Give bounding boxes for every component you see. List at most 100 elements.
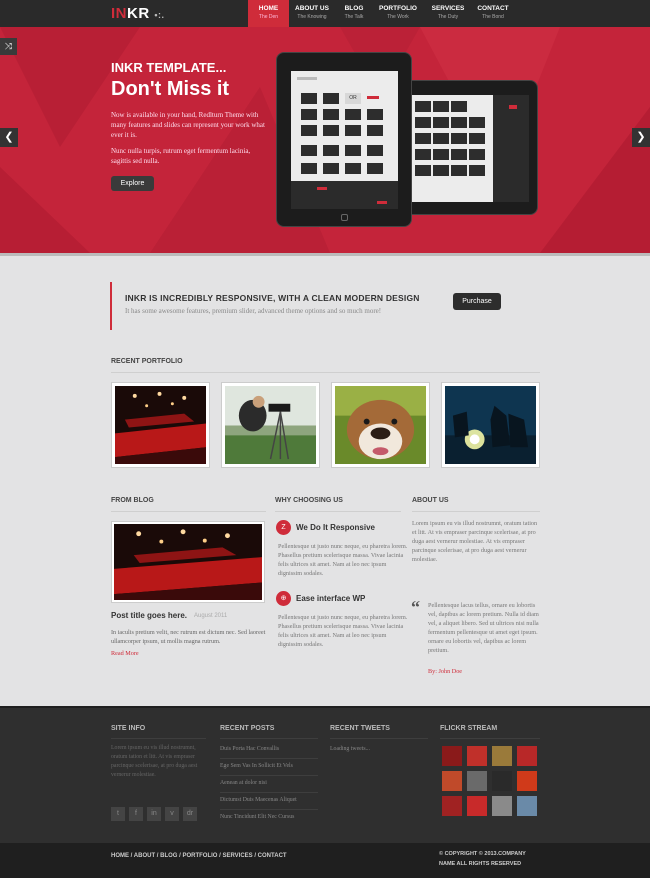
screen-tile	[367, 145, 383, 156]
hero-bottom-border	[0, 253, 650, 256]
callout-subtitle: It has some awesome features, premium sl…	[125, 307, 382, 315]
billiards-photo	[115, 386, 206, 464]
screen-accent	[377, 201, 387, 204]
flickr-thumb[interactable]	[467, 771, 487, 791]
section-divider	[275, 511, 401, 512]
screen-tile	[415, 165, 431, 176]
nav-item-services[interactable]: SERVICES The Duty	[423, 0, 473, 27]
why-item-text: Pellentesque ut justo nunc neque, eu pha…	[278, 614, 408, 648]
flickr-thumb[interactable]	[467, 746, 487, 766]
linkedin-icon[interactable]: in	[147, 807, 161, 821]
recent-post-link[interactable]: Ege Sem Vas In Sollicit Et Vels	[220, 763, 293, 769]
dribbble-icon[interactable]: dr	[183, 807, 197, 821]
recent-post-link[interactable]: Duis Porta Hac Convallis	[220, 746, 279, 752]
screen-tile	[323, 93, 339, 104]
shuffle-icon[interactable]: ⤨	[0, 38, 17, 55]
screen-tile	[345, 125, 361, 136]
screen-tile	[323, 109, 339, 120]
footer-divider	[220, 809, 318, 810]
footer-divider	[220, 758, 318, 759]
flickr-thumb[interactable]	[442, 771, 462, 791]
read-more-link[interactable]: Read More	[111, 650, 139, 657]
screen-tile	[301, 93, 317, 104]
nav-label: CONTACT	[477, 5, 509, 12]
nav-item-portfolio[interactable]: PORTFOLIO The Work	[373, 0, 423, 27]
flickr-thumb[interactable]	[492, 771, 512, 791]
flickr-thumb[interactable]	[517, 796, 537, 816]
vimeo-icon[interactable]: v	[165, 807, 179, 821]
billiards-photo	[114, 524, 262, 600]
screen-tile	[451, 133, 467, 144]
purchase-button[interactable]: Purchase	[453, 293, 501, 310]
screen-tile	[469, 165, 485, 176]
nav-item-contact[interactable]: CONTACT The Bond	[473, 0, 513, 27]
screen-tile	[433, 165, 449, 176]
site-logo[interactable]: INKR •:.	[111, 5, 165, 22]
screen-sidebar	[493, 95, 529, 202]
recent-post-link[interactable]: Nunc Tincidunt Elit Nec Cursus	[220, 814, 294, 820]
flickr-thumb[interactable]	[442, 746, 462, 766]
footer-site-info-text: Lorem ipsum eu vis illud nostrumnt, orat…	[111, 745, 198, 778]
screen-tile	[415, 133, 431, 144]
explore-button[interactable]: Explore	[111, 176, 154, 191]
flickr-thumb[interactable]	[492, 746, 512, 766]
logo-accent: IN	[111, 5, 127, 22]
slider-prev-button[interactable]: ❮	[0, 128, 18, 147]
screen-text	[297, 77, 317, 80]
portfolio-item-silhouettes[interactable]	[441, 382, 540, 468]
tablet-screen	[411, 95, 529, 202]
flickr-thumb[interactable]	[517, 771, 537, 791]
screen-tile	[301, 109, 317, 120]
tweets-loading-text: Loading tweets...	[330, 746, 370, 752]
bottom-bar: HOME / ABOUT / BLOG / PORTFOLIO / SERVIC…	[0, 843, 650, 878]
slider-next-button[interactable]: ❯	[632, 128, 650, 147]
footer-site-info-title: SITE INFO	[111, 725, 146, 732]
testimonial-text: Pellentesque lacus tellus, ornare eu lob…	[428, 602, 539, 654]
screen-tile	[323, 125, 339, 136]
flickr-thumb[interactable]	[442, 796, 462, 816]
portfolio-item-bulldog[interactable]	[331, 382, 430, 468]
screen-tile	[323, 163, 339, 174]
section-divider	[412, 511, 540, 512]
screen-tile	[433, 101, 449, 112]
blog-post-image[interactable]	[111, 521, 265, 603]
portfolio-item-billiards[interactable]	[111, 382, 210, 468]
silhouettes-photo	[445, 386, 536, 464]
testimonial-author[interactable]: By: John Doe	[428, 668, 462, 675]
flickr-thumb[interactable]	[492, 796, 512, 816]
section-divider	[111, 511, 266, 512]
footer-divider	[111, 738, 206, 739]
about-section-title: ABOUT US	[412, 497, 449, 504]
flickr-thumb[interactable]	[517, 746, 537, 766]
hero-headline: Don't Miss it	[111, 78, 230, 100]
nav-label: HOME	[258, 5, 279, 12]
screen-tile	[301, 163, 317, 174]
recent-post-link[interactable]: Dictumst Duis Maecenas Aliquet	[220, 797, 297, 803]
nav-item-blog[interactable]: BLOG The Talk	[335, 0, 373, 27]
logo-rest: KR	[127, 5, 150, 22]
hero-kicker: INKR TEMPLATE...	[111, 60, 227, 75]
screen-tile	[469, 117, 485, 128]
footer-nav-links[interactable]: HOME / ABOUT / BLOG / PORTFOLIO / SERVIC…	[111, 853, 287, 859]
facebook-icon[interactable]: f	[129, 807, 143, 821]
main-nav: HOME The Den ABOUT US The Knowing BLOG The …	[248, 0, 513, 27]
flickr-thumb[interactable]	[467, 796, 487, 816]
why-section-title: WHY CHOOSING US	[275, 497, 343, 504]
footer-recent-tweets-title: RECENT TWEETS	[330, 725, 390, 732]
nav-item-home[interactable]: HOME The Den	[248, 0, 289, 27]
blog-post-title[interactable]: Post title goes here.	[111, 611, 187, 620]
bulldog-photo	[335, 386, 426, 464]
nav-item-about[interactable]: ABOUT US The Knowing	[289, 0, 335, 27]
screen-accent	[367, 96, 379, 99]
nav-sub: The Bond	[482, 14, 504, 20]
recent-post-link[interactable]: Aenean at dolor nisi	[220, 780, 267, 786]
screen-tile	[433, 149, 449, 160]
blog-section-title: FROM BLOG	[111, 497, 154, 504]
footer-divider	[440, 738, 540, 739]
screen-tile	[415, 149, 431, 160]
screen-tile	[415, 117, 431, 128]
screen-tile	[301, 145, 317, 156]
twitter-icon[interactable]: t	[111, 807, 125, 821]
portfolio-section-title: RECENT PORTFOLIO	[111, 358, 183, 365]
portfolio-item-photographer[interactable]	[221, 382, 320, 468]
